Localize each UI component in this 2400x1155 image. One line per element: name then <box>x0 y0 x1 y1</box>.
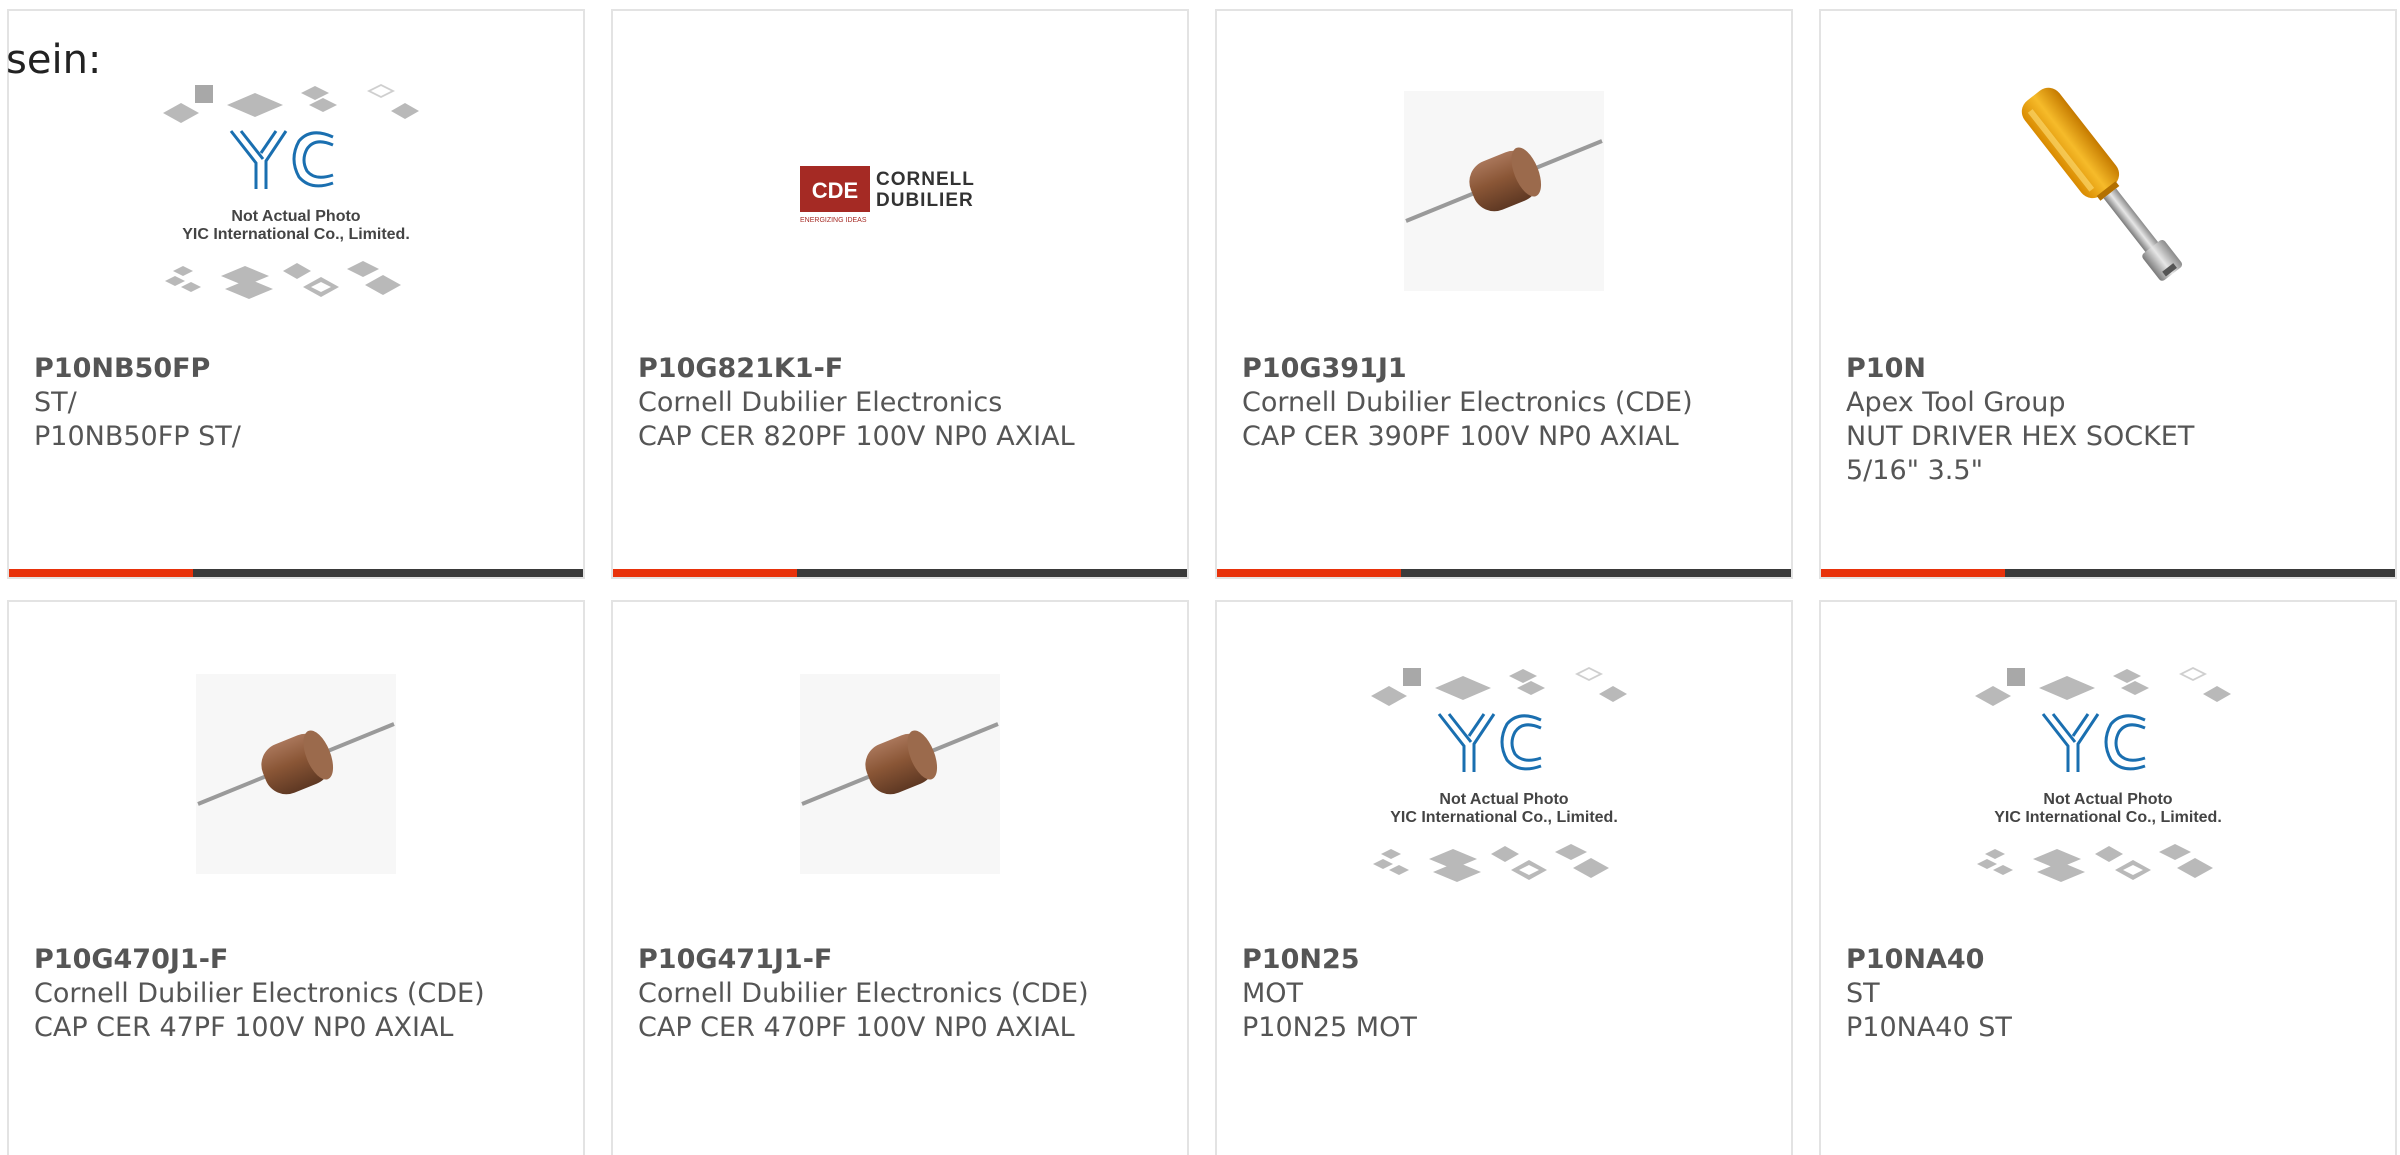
description: CAP CER 47PF 100V NP0 AXIAL <box>34 1012 454 1043</box>
card-bar-accent <box>9 569 193 577</box>
placeholder-line1: Not Actual Photo <box>231 208 360 225</box>
part-number[interactable]: P10G821K1-F <box>638 352 1162 386</box>
product-info: P10NA40 ST P10NA40 ST <box>1846 943 2370 1045</box>
part-number[interactable]: P10G470J1-F <box>34 943 558 977</box>
card-bar-accent <box>1821 569 2005 577</box>
cde-logo-tagline: ENERGIZING IDEAS <box>800 217 867 224</box>
product-card[interactable]: CDE CORNELL DUBILIER ENERGIZING IDEAS P1… <box>611 9 1189 579</box>
product-grid-page: sein: Not Actual Photo YIC International… <box>0 0 2400 1155</box>
product-info: P10NB50FP ST/ P10NB50FP ST/ <box>34 352 558 454</box>
placeholder-line1: Not Actual Photo <box>2043 791 2172 808</box>
intro-text: sein: <box>6 37 102 83</box>
nut-driver-icon <box>1821 71 2395 311</box>
part-number[interactable]: P10NA40 <box>1846 943 2370 977</box>
manufacturer: Apex Tool Group <box>1846 387 2066 418</box>
description: P10N25 MOT <box>1242 1012 1417 1043</box>
product-info: P10N Apex Tool Group NUT DRIVER HEX SOCK… <box>1846 352 2370 488</box>
description: CAP CER 390PF 100V NP0 AXIAL <box>1242 421 1679 452</box>
cde-logo-mark: CDE <box>812 178 858 203</box>
product-info: P10G391J1 Cornell Dubilier Electronics (… <box>1242 352 1766 454</box>
part-number[interactable]: P10N25 <box>1242 943 1766 977</box>
description: CAP CER 470PF 100V NP0 AXIAL <box>638 1012 1075 1043</box>
card-bar-accent <box>1217 569 1401 577</box>
card-bottom-bar <box>1821 569 2395 577</box>
card-bottom-bar <box>1217 569 1791 577</box>
product-info: P10N25 MOT P10N25 MOT <box>1242 943 1766 1045</box>
placeholder-icon: Not Actual Photo YIC International Co., … <box>1821 654 2395 894</box>
manufacturer: Cornell Dubilier Electronics (CDE) <box>34 978 485 1009</box>
manufacturer: Cornell Dubilier Electronics (CDE) <box>638 978 1089 1009</box>
description: P10NA40 ST <box>1846 1012 2012 1043</box>
cde-logo-icon: CDE CORNELL DUBILIER ENERGIZING IDEAS <box>613 71 1187 311</box>
product-card[interactable]: Not Actual Photo YIC International Co., … <box>1215 600 1793 1155</box>
product-info: P10G470J1-F Cornell Dubilier Electronics… <box>34 943 558 1045</box>
description: CAP CER 820PF 100V NP0 AXIAL <box>638 421 1075 452</box>
product-card[interactable]: P10G470J1-F Cornell Dubilier Electronics… <box>7 600 585 1155</box>
placeholder-icon: Not Actual Photo YIC International Co., … <box>9 71 583 311</box>
product-card[interactable]: P10N Apex Tool Group NUT DRIVER HEX SOCK… <box>1819 9 2397 579</box>
manufacturer: ST/ <box>34 387 77 418</box>
card-bar-accent <box>613 569 797 577</box>
axial-capacitor-icon <box>9 654 583 894</box>
product-card[interactable]: P10G471J1-F Cornell Dubilier Electronics… <box>611 600 1189 1155</box>
description: NUT DRIVER HEX SOCKET 5/16" 3.5" <box>1846 421 2195 486</box>
manufacturer: Cornell Dubilier Electronics <box>638 387 1003 418</box>
manufacturer: Cornell Dubilier Electronics (CDE) <box>1242 387 1693 418</box>
product-card[interactable]: Not Actual Photo YIC International Co., … <box>7 9 585 579</box>
product-info: P10G471J1-F Cornell Dubilier Electronics… <box>638 943 1162 1045</box>
cde-logo-name1: CORNELL <box>876 169 975 190</box>
part-number[interactable]: P10G471J1-F <box>638 943 1162 977</box>
cde-logo-name2: DUBILIER <box>876 190 974 211</box>
product-card[interactable]: P10G391J1 Cornell Dubilier Electronics (… <box>1215 9 1793 579</box>
axial-capacitor-icon <box>1217 71 1791 311</box>
axial-capacitor-icon <box>613 654 1187 894</box>
product-card[interactable]: Not Actual Photo YIC International Co., … <box>1819 600 2397 1155</box>
placeholder-line2: YIC International Co., Limited. <box>182 226 410 243</box>
product-info: P10G821K1-F Cornell Dubilier Electronics… <box>638 352 1162 454</box>
description: P10NB50FP ST/ <box>34 421 241 452</box>
placeholder-line2: YIC International Co., Limited. <box>1390 809 1618 826</box>
card-bottom-bar <box>9 569 583 577</box>
part-number[interactable]: P10NB50FP <box>34 352 558 386</box>
placeholder-line2: YIC International Co., Limited. <box>1994 809 2222 826</box>
part-number[interactable]: P10G391J1 <box>1242 352 1766 386</box>
card-bottom-bar <box>613 569 1187 577</box>
part-number[interactable]: P10N <box>1846 352 2370 386</box>
placeholder-icon: Not Actual Photo YIC International Co., … <box>1217 654 1791 894</box>
manufacturer: ST <box>1846 978 1880 1009</box>
placeholder-line1: Not Actual Photo <box>1439 791 1568 808</box>
manufacturer: MOT <box>1242 978 1304 1009</box>
